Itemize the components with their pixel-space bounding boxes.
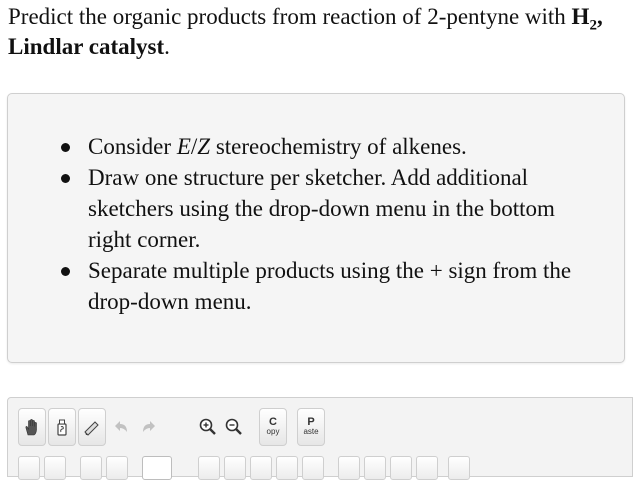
atom-tool-slot[interactable]	[106, 456, 128, 480]
atom-tool-slot-selected[interactable]	[142, 456, 172, 480]
instruction-text: Separate multiple products using the + s…	[88, 258, 572, 314]
redo-button[interactable]	[134, 408, 162, 446]
instruction-item: Separate multiple products using the + s…	[56, 255, 596, 317]
instruction-italic-z: Z	[197, 134, 211, 159]
reagent-subscript: 2	[589, 17, 597, 34]
atom-tool-slot[interactable]	[390, 456, 412, 480]
copy-label-rest: opy	[266, 427, 280, 436]
bullet-icon	[61, 174, 70, 183]
eraser-icon	[84, 421, 99, 436]
copy-label-initial: C	[269, 416, 277, 428]
zoom-out-icon	[225, 418, 242, 435]
hand-icon	[25, 419, 37, 436]
undo-icon	[115, 421, 127, 432]
instruction-text: Consider	[88, 134, 177, 159]
atom-tool-slot[interactable]	[80, 456, 102, 480]
zoom-in-button[interactable]	[194, 408, 222, 446]
atom-tool-slot[interactable]	[276, 456, 298, 480]
instruction-item: Draw one structure per sketcher. Add add…	[56, 162, 596, 255]
eraser-button[interactable]	[78, 408, 106, 446]
atom-tool-slot[interactable]	[448, 456, 470, 480]
erase-all-icon	[57, 419, 67, 436]
atom-tool-slot[interactable]	[18, 456, 40, 480]
question-text: Predict the organic products from reacti…	[8, 2, 628, 62]
atom-tool-slot[interactable]	[364, 456, 386, 480]
bullet-icon	[61, 143, 70, 152]
atom-tool-slot[interactable]	[224, 456, 246, 480]
copy-button[interactable]: C opy	[259, 408, 287, 446]
paste-label-initial: P	[307, 416, 315, 428]
molecule-sketcher[interactable]: C opy P aste	[7, 397, 633, 480]
zoom-out-button[interactable]	[220, 408, 248, 446]
instruction-text-end: stereochemistry of alkenes.	[210, 134, 467, 159]
hand-tool-button[interactable]	[18, 408, 46, 446]
bullet-icon	[61, 267, 70, 276]
undo-button[interactable]	[108, 408, 136, 446]
paste-button[interactable]: P aste	[297, 408, 325, 446]
zoom-in-icon	[199, 418, 216, 435]
atom-tool-slot[interactable]	[416, 456, 438, 480]
instructions-box: Consider E/Z stereochemistry of alkenes.…	[7, 93, 625, 363]
reagent-h: H	[571, 4, 590, 29]
atom-tool-slot[interactable]	[338, 456, 360, 480]
atom-tool-slot[interactable]	[302, 456, 324, 480]
instruction-text: Draw one structure per sketcher. Add add…	[88, 165, 555, 252]
question-prefix: Predict the organic products from reacti…	[8, 4, 566, 29]
erase-all-button[interactable]	[48, 408, 76, 446]
instruction-italic-e: E	[176, 134, 191, 159]
atom-tool-slot[interactable]	[198, 456, 220, 480]
question-period: .	[164, 34, 170, 59]
instructions-list: Consider E/Z stereochemistry of alkenes.…	[56, 131, 596, 317]
instruction-item: Consider E/Z stereochemistry of alkenes.	[56, 131, 596, 162]
redo-icon	[143, 421, 155, 432]
atom-tool-slot[interactable]	[44, 456, 66, 480]
paste-label-rest: aste	[303, 427, 319, 436]
atom-tool-slot[interactable]	[250, 456, 272, 480]
